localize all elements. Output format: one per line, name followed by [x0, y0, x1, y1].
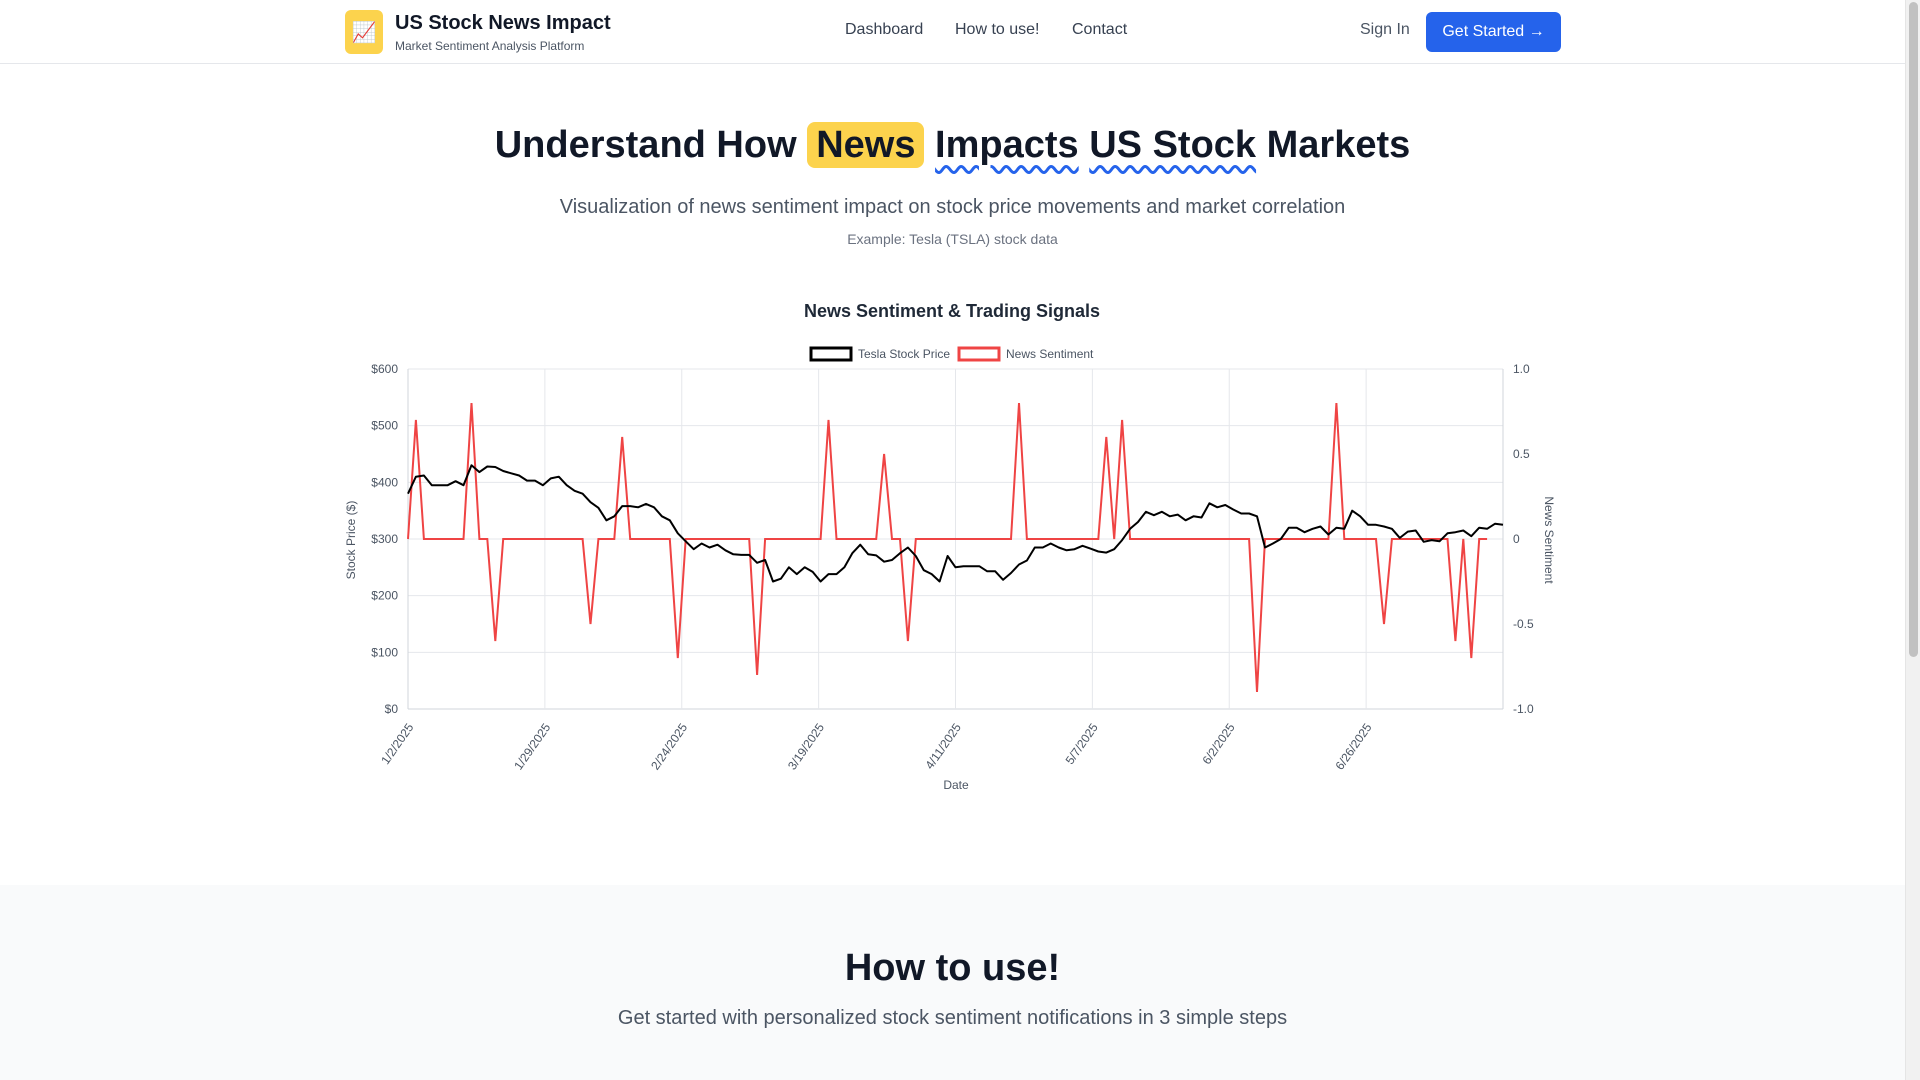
y2-axis-label: News Sentiment [1542, 496, 1556, 584]
hero-subtitle: Visualization of news sentiment impact o… [559, 196, 1346, 218]
chart-legend: Tesla Stock Price News Sentiment [809, 346, 1094, 362]
hero-example: Example: Tesla (TSLA) stock data [847, 231, 1058, 247]
how-to-use-section: How to use! Get started with personalize… [0, 885, 1905, 1080]
x-tick-label: 4/11/2025 [922, 720, 964, 771]
chart-title: News Sentiment & Trading Signals [804, 301, 1100, 321]
legend-label-price[interactable]: Tesla Stock Price [858, 347, 950, 361]
hero-title-impacts: Impacts [935, 124, 1079, 166]
y-axis-label: Stock Price ($) [344, 501, 358, 580]
scrollbar-thumb[interactable] [1909, 2, 1918, 657]
hero-title-markets: Markets [1266, 124, 1411, 166]
x-tick-label: 1/2/2025 [378, 720, 416, 767]
legend-swatch-sentiment[interactable] [957, 346, 1001, 362]
sentiment-chart: News Sentiment & Trading Signals Tesla S… [340, 295, 1570, 805]
x-axis-ticks: 1/2/2025 1/29/2025 2/24/2025 3/19/2025 4/11/… [378, 720, 1375, 772]
y2-tick-label: 1.0 [1513, 362, 1530, 376]
legend-label-sentiment[interactable]: News Sentiment [1006, 347, 1094, 361]
chart-logo-icon[interactable]: 📈 [345, 10, 383, 54]
y2-tick-label: -1.0 [1513, 702, 1534, 716]
nav-how-to-use[interactable]: How to use! [955, 21, 1039, 39]
y2-tick-label: -0.5 [1513, 617, 1534, 631]
y-tick-label: $200 [371, 589, 398, 603]
page-scrollbar[interactable] [1905, 0, 1920, 1080]
y2-tick-label: 0 [1513, 532, 1520, 546]
x-axis-label: Date [943, 778, 969, 792]
sign-in-link[interactable]: Sign In [1360, 21, 1410, 39]
y-tick-label: $100 [371, 645, 398, 659]
hero-title-pre: Understand How [494, 124, 797, 166]
legend-swatch-price[interactable] [809, 346, 853, 362]
x-tick-label: 5/7/2025 [1063, 720, 1101, 767]
series-news-sentiment-line[interactable] [407, 402, 1488, 693]
brand-subtitle: Market Sentiment Analysis Platform [395, 39, 585, 53]
hero-title-us-stock: US Stock [1089, 124, 1257, 166]
hero-title: Understand How News Impacts US Stock Mar… [0, 122, 1905, 168]
y-tick-label: $600 [371, 362, 398, 376]
site-header: 📈 US Stock News Impact Market Sentiment … [0, 0, 1905, 64]
chart-svg: News Sentiment & Trading Signals Tesla S… [344, 301, 1556, 792]
y2-axis-ticks: -1.0 -0.5 0 0.5 1.0 [1513, 362, 1534, 716]
x-tick-label: 2/24/2025 [648, 720, 690, 772]
brand-title[interactable]: US Stock News Impact [395, 12, 611, 35]
y-tick-label: $300 [371, 532, 398, 546]
nav-contact[interactable]: Contact [1072, 21, 1127, 39]
y-axis-ticks: $0 $100 $200 $300 $400 $500 $600 [371, 362, 398, 716]
nav-dashboard[interactable]: Dashboard [845, 21, 923, 39]
y-tick-label: $400 [371, 475, 398, 489]
y-tick-label: $0 [385, 702, 399, 716]
x-tick-label: 3/19/2025 [785, 720, 827, 772]
y2-tick-label: 0.5 [1513, 447, 1530, 461]
how-subtitle: Get started with personalized stock sent… [617, 1007, 1288, 1029]
x-tick-label: 1/29/2025 [511, 720, 553, 772]
x-tick-label: 6/2/2025 [1199, 720, 1237, 767]
hero-title-news: News [807, 122, 925, 168]
how-title: How to use! [844, 947, 1061, 989]
y-tick-label: $500 [371, 419, 398, 433]
x-tick-label: 6/26/2025 [1332, 720, 1374, 772]
get-started-button[interactable]: Get Started → [1426, 12, 1561, 52]
